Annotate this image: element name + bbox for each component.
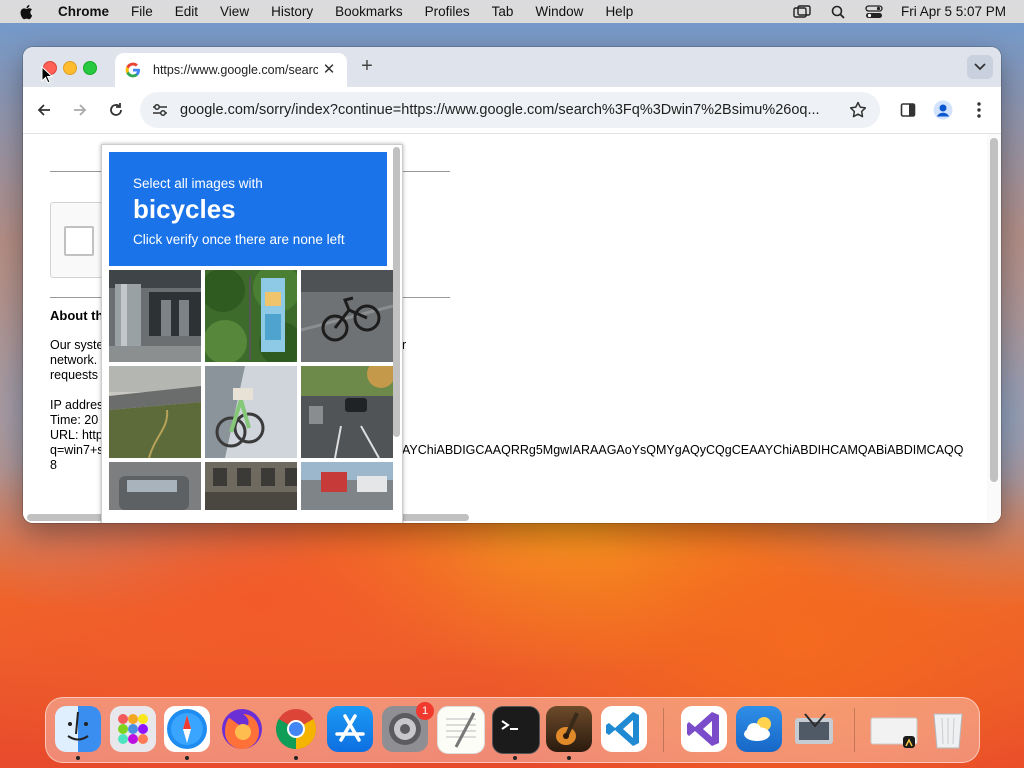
tab-search-button[interactable] xyxy=(967,55,993,79)
back-button[interactable] xyxy=(34,100,54,120)
chrome-icon[interactable] xyxy=(273,706,319,752)
launchpad-icon[interactable] xyxy=(110,706,156,752)
captcha-tile[interactable] xyxy=(301,270,393,362)
url-line-long: AYChiABDIGCAAQRRg5MgwIARAAGAoYsQMYgAQyCQ… xyxy=(402,443,964,457)
menu-history[interactable]: History xyxy=(271,4,313,19)
captcha-line3: Click verify once there are none left xyxy=(133,232,345,247)
browser-toolbar: google.com/sorry/index?continue=https://… xyxy=(23,87,1001,134)
menu-edit[interactable]: Edit xyxy=(175,4,198,19)
info-line: Our syste xyxy=(50,338,104,352)
running-indicator xyxy=(294,756,298,760)
about-heading: About th xyxy=(50,308,104,323)
chrome-window: https://www.google.com/search ✕ + google… xyxy=(23,47,1001,523)
url-line: URL: http xyxy=(50,428,103,442)
site-info-icon[interactable] xyxy=(150,100,170,120)
menu-bar: Chrome File Edit View History Bookmarks … xyxy=(0,0,1024,23)
google-favicon-icon xyxy=(125,62,140,78)
menu-help[interactable]: Help xyxy=(605,4,633,19)
menu-view[interactable]: View xyxy=(220,4,249,19)
address-bar[interactable]: google.com/sorry/index?continue=https://… xyxy=(140,92,880,128)
new-tab-button[interactable]: + xyxy=(357,56,377,77)
running-indicator xyxy=(185,756,189,760)
side-panel-icon xyxy=(900,103,916,117)
arrow-left-icon xyxy=(37,104,50,116)
captcha-keyword: bicycles xyxy=(133,194,236,224)
vertical-scroll-thumb[interactable] xyxy=(990,138,998,482)
window-minimize-button[interactable] xyxy=(63,61,77,75)
menu-profiles[interactable]: Profiles xyxy=(425,4,470,19)
menu-file[interactable]: File xyxy=(131,4,153,19)
mouse-cursor-icon xyxy=(41,66,53,84)
vscode-icon[interactable] xyxy=(601,706,647,752)
arrow-right-icon xyxy=(74,104,87,116)
firefox-icon[interactable] xyxy=(219,706,265,752)
captcha-tile[interactable] xyxy=(205,462,297,510)
notification-badge: 1 xyxy=(416,702,434,720)
forward-button[interactable] xyxy=(70,100,90,120)
tab-strip: https://www.google.com/search ✕ + xyxy=(23,47,1001,87)
captcha-tile[interactable] xyxy=(301,366,393,458)
recent-document-icon[interactable] xyxy=(869,706,919,752)
menu-clock[interactable]: Fri Apr 5 5:07 PM xyxy=(901,4,1006,19)
running-indicator xyxy=(567,756,571,760)
tab-google-search[interactable]: https://www.google.com/search ✕ xyxy=(115,53,347,87)
info-line: requests xyxy=(50,368,98,382)
screen-mirroring-icon[interactable] xyxy=(793,4,811,20)
textedit-icon[interactable] xyxy=(437,706,485,754)
captcha-challenge-popup: Select all images with bicycles Click ve… xyxy=(101,144,403,523)
info-line: network. xyxy=(50,353,98,367)
profile-avatar-icon xyxy=(933,100,953,120)
captcha-tile[interactable] xyxy=(301,462,393,510)
page-content: About th Our syste network. requests r I… xyxy=(23,134,1001,523)
chrome-menu-button[interactable] xyxy=(969,100,989,120)
control-center-icon[interactable] xyxy=(865,4,883,20)
dock-separator xyxy=(663,708,664,752)
menu-bookmarks[interactable]: Bookmarks xyxy=(335,4,403,19)
running-indicator xyxy=(513,756,517,760)
garageband-icon[interactable] xyxy=(546,706,592,752)
captcha-tile[interactable] xyxy=(109,462,201,510)
reload-icon xyxy=(110,103,122,116)
tab-title: https://www.google.com/search xyxy=(153,63,318,77)
safari-icon[interactable] xyxy=(164,706,210,752)
profile-button[interactable] xyxy=(933,100,953,120)
weather-icon[interactable] xyxy=(736,706,782,752)
finder-icon[interactable] xyxy=(55,706,101,752)
reload-button[interactable] xyxy=(106,100,126,120)
url-line-end: 8 xyxy=(50,458,57,472)
menu-tab[interactable]: Tab xyxy=(492,4,514,19)
captcha-line1: Select all images with xyxy=(133,176,263,191)
more-vertical-icon xyxy=(977,102,981,118)
tab-close-icon[interactable]: ✕ xyxy=(321,62,337,78)
side-panel-button[interactable] xyxy=(898,100,918,120)
captcha-instructions: Select all images with bicycles Click ve… xyxy=(109,152,387,266)
app-store-icon[interactable] xyxy=(327,706,373,752)
window-zoom-button[interactable] xyxy=(83,61,97,75)
dock: 1 xyxy=(45,697,980,763)
vertical-scrollbar[interactable] xyxy=(987,134,1001,523)
bookmark-star-icon[interactable] xyxy=(848,100,868,120)
visual-studio-icon[interactable] xyxy=(681,706,727,752)
captcha-scrollbar[interactable] xyxy=(393,147,400,437)
running-indicator xyxy=(76,756,80,760)
url-line-cont: q=win7+s xyxy=(50,443,104,457)
menu-window[interactable]: Window xyxy=(535,4,583,19)
recaptcha-checkbox[interactable] xyxy=(64,226,94,256)
captcha-tile[interactable] xyxy=(205,366,297,458)
apple-menu-icon[interactable] xyxy=(18,3,36,21)
time-line: Time: 20 xyxy=(50,413,99,427)
captcha-tile[interactable] xyxy=(109,270,201,362)
captcha-tile[interactable] xyxy=(205,270,297,362)
dock-separator xyxy=(854,708,855,752)
captcha-tile[interactable] xyxy=(109,366,201,458)
ip-address-line: IP addres xyxy=(50,398,104,412)
url-text[interactable]: google.com/sorry/index?continue=https://… xyxy=(180,102,842,118)
chevron-down-icon xyxy=(974,63,986,71)
migration-assistant-icon[interactable] xyxy=(791,706,837,752)
spotlight-search-icon[interactable] xyxy=(829,4,847,20)
trash-icon[interactable] xyxy=(925,706,971,752)
terminal-icon[interactable] xyxy=(492,706,540,754)
menu-chrome[interactable]: Chrome xyxy=(58,4,109,19)
